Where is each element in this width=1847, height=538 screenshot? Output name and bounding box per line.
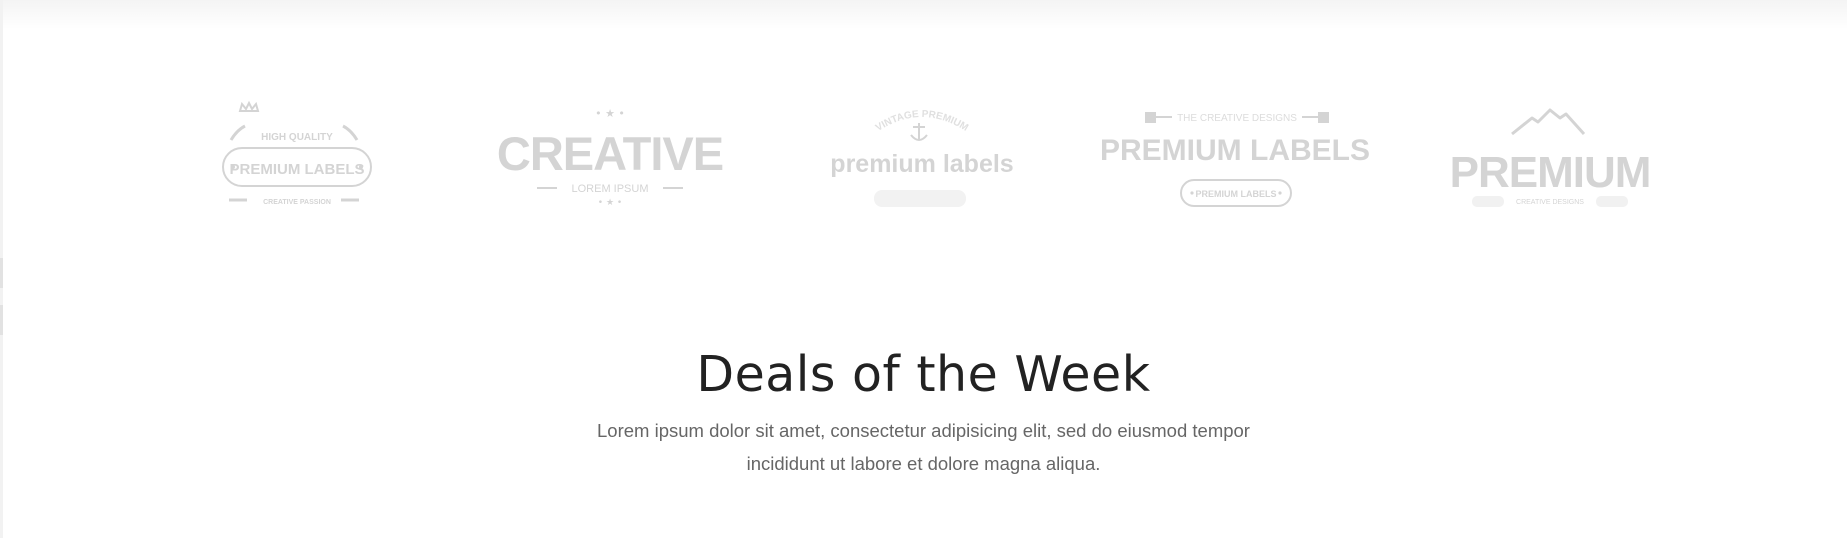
brand-logo-4-graphic: THE CREATIVE DESIGNS PREMIUM LABELS PREM… [1100, 112, 1370, 207]
brand-logo-5-bottom: CREATIVE DESIGNS [1516, 199, 1584, 206]
brand-logo-2-graphic: • ★ • CREATIVE LOREM IPSUM • ★ • [497, 107, 724, 208]
star-icon: • ★ • [598, 198, 622, 208]
dot-icon [1278, 191, 1282, 195]
brand-logo-1[interactable]: HIGH QUALITY PREMIUM LABELS CREATIVE PAS… [167, 100, 427, 220]
brand-logo-1-bottom: CREATIVE PASSION [263, 199, 331, 206]
left-border-tick [0, 258, 3, 288]
brand-logo-3[interactable]: VINTAGE PREMIUM premium labels [792, 100, 1052, 220]
star-icon: • ★ • [595, 107, 625, 120]
brand-logo-1-graphic: HIGH QUALITY PREMIUM LABELS CREATIVE PAS… [222, 100, 372, 206]
brand-logo-5-main: PREMIUM [1450, 148, 1651, 197]
laurel-left-icon [229, 124, 246, 141]
left-border-tick [0, 305, 3, 335]
brand-logos-strip: HIGH QUALITY PREMIUM LABELS CREATIVE PAS… [0, 100, 1847, 220]
ribbon-shape [874, 190, 966, 207]
deals-section: Deals of the Week Lorem ipsum dolor sit … [0, 340, 1847, 480]
laurel-right-icon [342, 124, 359, 141]
crown-icon [238, 100, 260, 112]
square-icon [1145, 112, 1156, 123]
brand-logo-4-top: THE CREATIVE DESIGNS [1177, 113, 1297, 124]
brand-logo-3-graphic: VINTAGE PREMIUM premium labels [830, 109, 1014, 207]
brand-logo-2-main: CREATIVE [497, 127, 723, 180]
brand-logo-1-main: PREMIUM LABELS [230, 161, 365, 178]
brand-logo-2-sub: LOREM IPSUM [571, 183, 648, 195]
anchor-icon [910, 123, 928, 141]
header-shadow [0, 0, 1847, 30]
deals-description: Lorem ipsum dolor sit amet, consectetur … [597, 420, 1250, 474]
mountain-icon [1511, 108, 1586, 136]
brand-logo-4-main: PREMIUM LABELS [1100, 134, 1370, 167]
ornament-left [1472, 196, 1504, 207]
square-icon [1318, 112, 1329, 123]
page: HIGH QUALITY PREMIUM LABELS CREATIVE PAS… [0, 0, 1847, 538]
brand-logo-4-badge: PREMIUM LABELS [1196, 189, 1277, 199]
brand-logo-1-top: HIGH QUALITY [261, 132, 333, 143]
brand-logo-2[interactable]: • ★ • CREATIVE LOREM IPSUM • ★ • [480, 100, 740, 220]
ornament-right [1596, 196, 1628, 207]
brand-logo-3-arc: VINTAGE PREMIUM [874, 109, 970, 134]
brand-logo-4[interactable]: THE CREATIVE DESIGNS PREMIUM LABELS PREM… [1100, 100, 1370, 220]
brand-logo-5-graphic: PREMIUM CREATIVE DESIGNS [1450, 108, 1651, 207]
brand-logo-3-main: premium labels [830, 150, 1013, 178]
brand-logo-5[interactable]: PREMIUM CREATIVE DESIGNS [1420, 100, 1680, 220]
dot-icon [1190, 191, 1194, 195]
deals-title: Deals of the Week [696, 346, 1151, 403]
